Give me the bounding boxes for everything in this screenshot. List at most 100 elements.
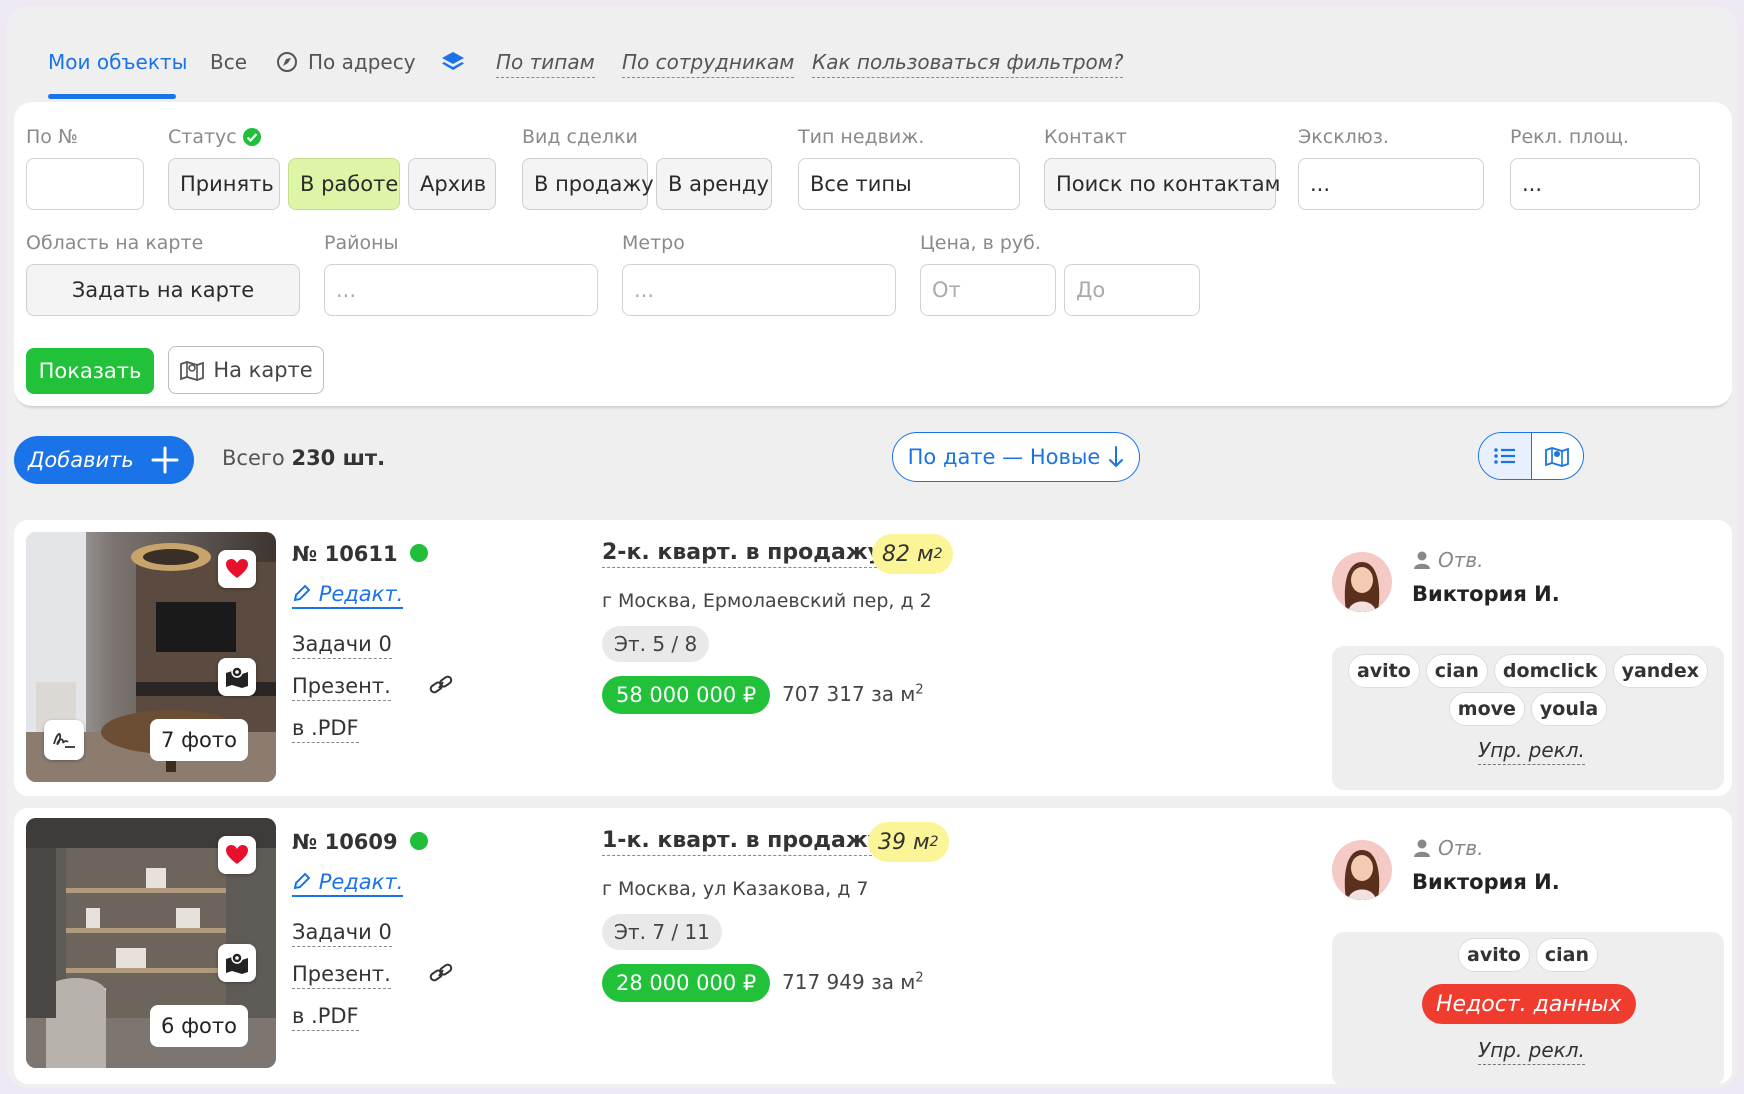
platform-chips-row-1: avito cian domclick yandex — [1332, 654, 1724, 688]
manage-ads-link[interactable]: Упр. рекл. — [1478, 738, 1585, 765]
listing-card: 6 фото № 10609 Редакт. Задачи 0 Презент.… — [14, 808, 1732, 1086]
layers-icon[interactable] — [440, 50, 466, 74]
show-on-map-button[interactable]: На карте — [168, 346, 324, 394]
tasks-link[interactable]: Задачи 0 — [292, 632, 392, 659]
favorite-button[interactable] — [218, 550, 256, 588]
link-icon[interactable] — [428, 962, 454, 984]
tab-all[interactable]: Все — [210, 50, 247, 74]
listing-title[interactable]: 1-к. кварт. в продажу — [602, 828, 883, 856]
tab-by-address[interactable]: По адресу — [276, 50, 416, 74]
platform-chip-avito[interactable]: avito — [1458, 938, 1530, 972]
agent-name[interactable]: Виктория И. — [1412, 582, 1560, 606]
price-badge: 28 000 000 ₽ — [602, 964, 771, 1002]
contact-search-button[interactable]: Поиск по контактам — [1044, 158, 1280, 210]
exclusive-select[interactable]: ... — [1298, 158, 1484, 210]
platform-chip-move[interactable]: move — [1448, 692, 1525, 726]
set-on-map-button[interactable]: Задать на карте — [26, 264, 300, 316]
tab-by-employees[interactable]: По сотрудникам — [622, 50, 795, 78]
platform-chip-youla[interactable]: youla — [1530, 692, 1608, 726]
listing-number-text: № 10609 — [292, 830, 398, 854]
responsible-label: Отв. — [1412, 836, 1484, 860]
area-unit-sup: 2 — [929, 834, 939, 850]
pdf-link[interactable]: в .PDF — [292, 716, 359, 743]
filter-help-link[interactable]: Как пользоваться фильтром? — [812, 50, 1124, 78]
tab-by-types[interactable]: По типам — [496, 50, 595, 78]
add-button[interactable]: Добавить — [14, 436, 194, 484]
signature-button[interactable] — [44, 720, 84, 760]
area-value: 39 м — [878, 829, 930, 855]
insufficient-data-badge[interactable]: Недост. данных — [1422, 984, 1636, 1024]
contact-label: Контакт — [1044, 126, 1127, 148]
photo-count[interactable]: 7 фото — [150, 719, 248, 761]
platform-chip-avito[interactable]: avito — [1347, 654, 1420, 688]
districts-label: Районы — [324, 232, 399, 254]
platform-chip-yandex[interactable]: yandex — [1612, 654, 1709, 688]
edit-link[interactable]: Редакт. — [292, 582, 404, 609]
platform-chips-row-2: move youla — [1332, 692, 1724, 726]
edit-link[interactable]: Редакт. — [292, 870, 404, 897]
number-label: По № — [26, 126, 78, 148]
property-type-select[interactable]: Все типы — [798, 158, 1020, 210]
agent-name[interactable]: Виктория И. — [1412, 870, 1560, 894]
edit-link-label: Редакт. — [318, 870, 404, 894]
arrow-down-icon — [1109, 446, 1124, 468]
ad-platforms-select[interactable]: ... — [1510, 158, 1700, 210]
price-label: Цена, в руб. — [920, 232, 1041, 254]
deal-rent-button[interactable]: В аренду — [656, 158, 772, 210]
avatar[interactable] — [1332, 840, 1392, 900]
photo-map-button[interactable] — [218, 658, 256, 696]
deal-sale-button[interactable]: В продажу — [522, 158, 654, 210]
platform-chip-cian[interactable]: cian — [1535, 938, 1598, 972]
price-per-sqm: 707 317 за м2 — [782, 682, 924, 706]
tab-my-objects[interactable]: Мои объекты — [48, 50, 187, 74]
platform-chips-row-1: avito cian — [1332, 938, 1724, 972]
listing-title[interactable]: 2-к. кварт. в продажу — [602, 540, 883, 568]
map-view-button[interactable] — [1532, 433, 1584, 479]
status-accept-button[interactable]: Принять — [168, 158, 280, 210]
status-label: Статус — [168, 126, 262, 148]
status-archive-button[interactable]: Архив — [408, 158, 496, 210]
sort-label: По дате — Новые — [907, 445, 1101, 469]
platform-chip-cian[interactable]: cian — [1425, 654, 1488, 688]
price-from-input[interactable]: От — [920, 264, 1056, 316]
area-badge: 82 м2 — [872, 534, 953, 574]
total-count: Всего 230 шт. — [222, 446, 385, 470]
listing-card: 7 фото № 10611 Редакт. Задачи 0 Презент.… — [14, 520, 1732, 796]
listing-number: № 10609 — [292, 830, 428, 854]
favorite-button[interactable] — [218, 836, 256, 874]
listing-photo[interactable]: 7 фото — [26, 532, 276, 782]
presentation-link[interactable]: Презент. — [292, 962, 391, 989]
listing-photo[interactable]: 6 фото — [26, 818, 276, 1068]
price-to-input[interactable]: До — [1064, 264, 1200, 316]
floor-badge: Эт. 5 / 8 — [602, 626, 710, 662]
price-badge: 58 000 000 ₽ — [602, 676, 771, 714]
presentation-link[interactable]: Презент. — [292, 674, 391, 701]
pencil-icon — [293, 584, 311, 602]
total-prefix: Всего — [222, 446, 285, 470]
link-icon[interactable] — [428, 674, 454, 696]
add-button-label: Добавить — [28, 448, 134, 472]
number-input[interactable] — [26, 158, 144, 210]
status-inwork-button[interactable]: В работе — [288, 158, 400, 210]
responsible-label-text: Отв. — [1438, 548, 1484, 572]
photo-map-button[interactable] — [218, 944, 256, 982]
platform-chip-domclick[interactable]: domclick — [1493, 654, 1607, 688]
map-pin-icon — [226, 666, 248, 688]
listing-number-text: № 10611 — [292, 542, 398, 566]
app-frame: Мои объекты Все По адресу По типам По со… — [6, 6, 1738, 1088]
metro-select[interactable]: ... — [622, 264, 896, 316]
metro-label: Метро — [622, 232, 685, 254]
avatar[interactable] — [1332, 552, 1392, 612]
districts-select[interactable]: ... — [324, 264, 598, 316]
list-view-button[interactable] — [1479, 433, 1532, 479]
ad-platforms-box: avito cian Недост. данных Упр. рекл. — [1332, 932, 1724, 1086]
price-per-sqm: 717 949 за м2 — [782, 970, 924, 994]
heart-icon — [226, 559, 248, 578]
sort-button[interactable]: По дате — Новые — [892, 432, 1140, 482]
show-button[interactable]: Показать — [26, 348, 154, 394]
tasks-link[interactable]: Задачи 0 — [292, 920, 392, 947]
manage-ads-link[interactable]: Упр. рекл. — [1478, 1038, 1585, 1065]
avatar-image — [1332, 552, 1392, 612]
pdf-link[interactable]: в .PDF — [292, 1004, 359, 1031]
photo-count[interactable]: 6 фото — [150, 1005, 248, 1047]
